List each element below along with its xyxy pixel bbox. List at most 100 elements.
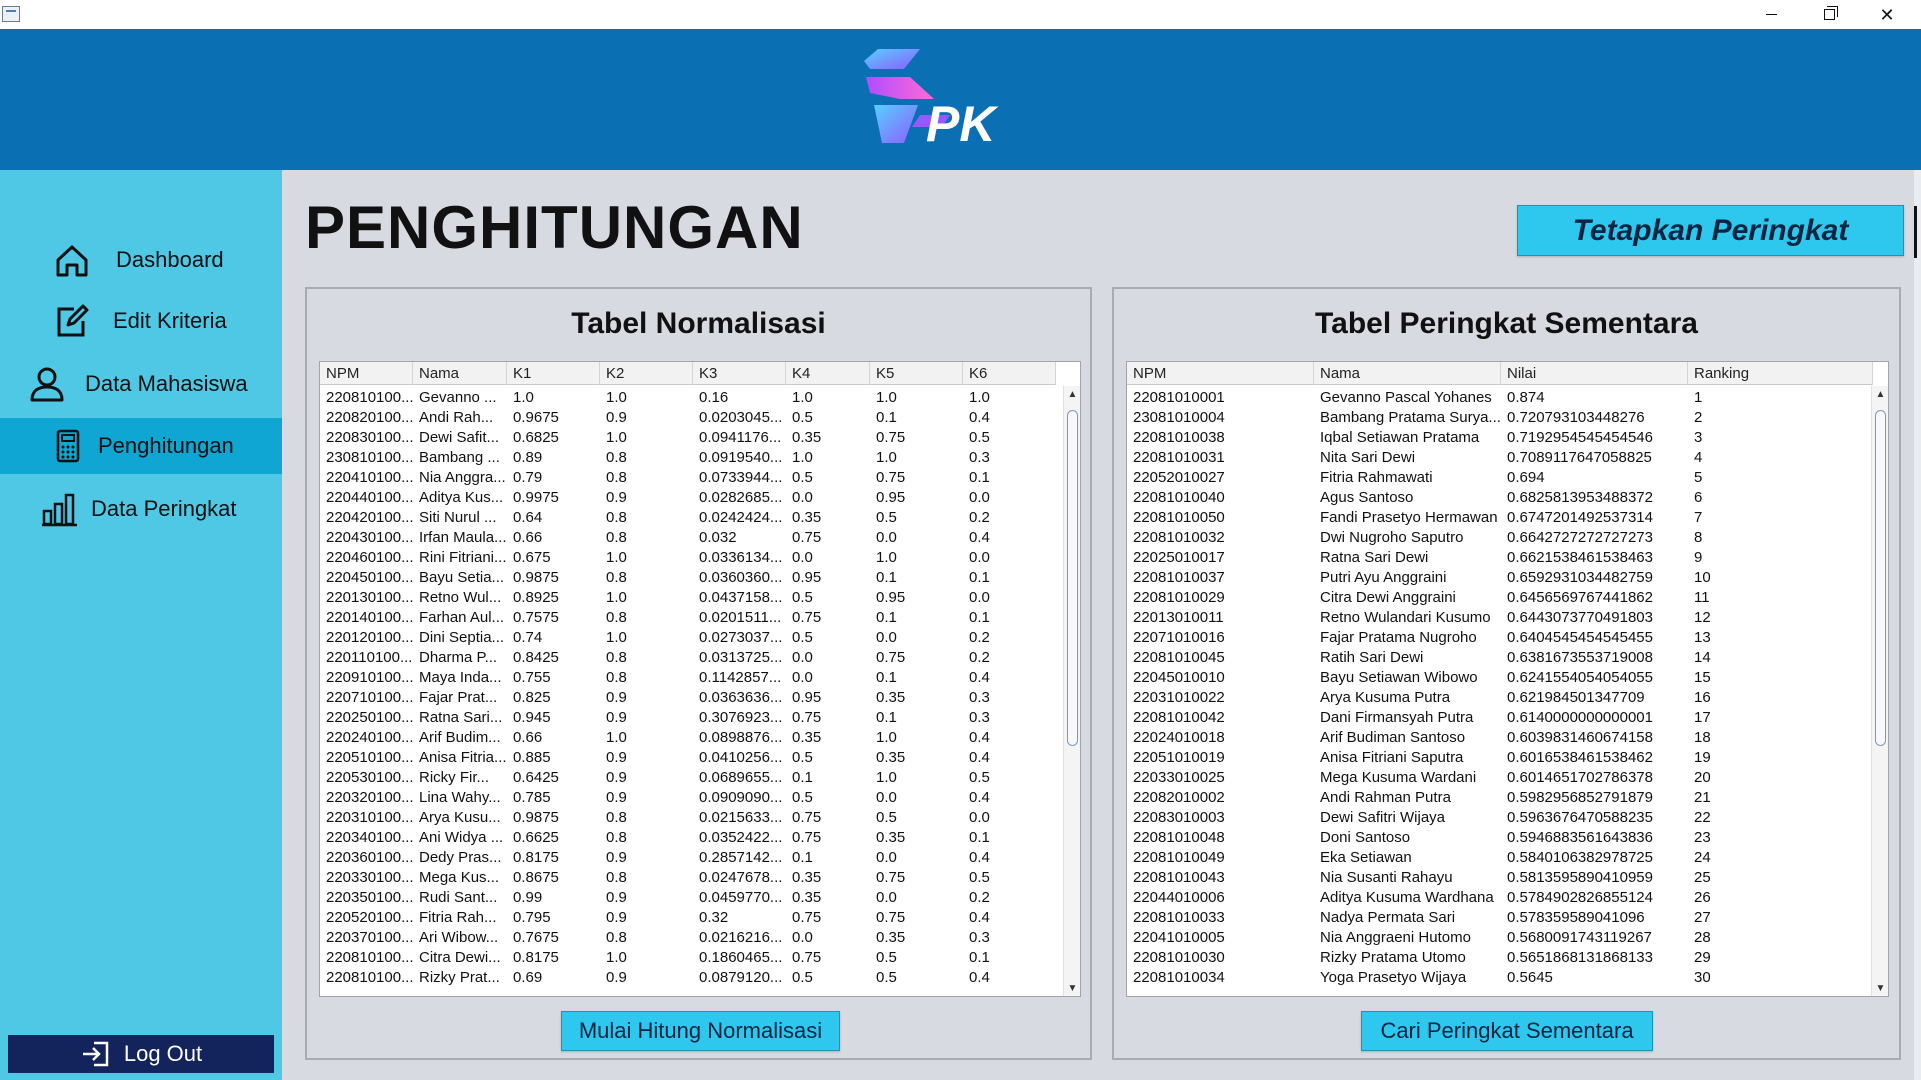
- scroll-down-icon[interactable]: ▼: [1872, 980, 1888, 996]
- table-row[interactable]: 22081010045 Ratih Sari Dewi 0.638167355371…: [1127, 648, 1873, 668]
- table-cell: Bayu Setiawan Wibowo: [1320, 669, 1478, 686]
- column-header[interactable]: K1: [507, 362, 600, 385]
- table-row[interactable]: 220520100... Fitria Rah... 0.795 0.9 0.32 0.7…: [320, 908, 1056, 928]
- table-row[interactable]: 220710100... Fajar Prat... 0.825 0.9 0.03636…: [320, 688, 1056, 708]
- table-row[interactable]: 22033010025 Mega Kusuma Wardani 0.60146517…: [1127, 768, 1873, 788]
- table-row[interactable]: 22081010033 Nadya Permata Sari 0.578359589…: [1127, 908, 1873, 928]
- table-row[interactable]: 220830100... Dewi Safit... 0.6825 1.0 0.0941…: [320, 428, 1056, 448]
- column-header[interactable]: Nama: [1314, 362, 1501, 385]
- column-header[interactable]: Nama: [413, 362, 507, 385]
- cari-peringkat-sementara-button[interactable]: Cari Peringkat Sementara: [1361, 1011, 1653, 1051]
- column-header[interactable]: Nilai: [1501, 362, 1688, 385]
- table-cell: 0.0242424...: [699, 509, 783, 526]
- table-row[interactable]: 220350100... Rudi Sant... 0.99 0.9 0.0459770…: [320, 888, 1056, 908]
- table-row[interactable]: 22083010003 Dewi Safitri Wijaya 0.59636764…: [1127, 808, 1873, 828]
- table-row[interactable]: 22081010034 Yoga Prasetyo Wijaya 0.5645 30: [1127, 968, 1873, 988]
- table-row[interactable]: 22081010048 Doni Santoso 0.594688356164383…: [1127, 828, 1873, 848]
- sidebar-item-data-mahasiswa[interactable]: Data Mahasiswa: [0, 356, 282, 412]
- column-header[interactable]: K4: [786, 362, 870, 385]
- table-row[interactable]: 22081010050 Fandi Prasetyo Hermawan 0.6747…: [1127, 508, 1873, 528]
- scroll-thumb[interactable]: [1875, 410, 1886, 746]
- sidebar-item-data-peringkat[interactable]: Data Peringkat: [0, 481, 282, 537]
- minimize-button[interactable]: [1742, 0, 1800, 29]
- table-row[interactable]: 22081010042 Dani Firmansyah Putra 0.614000…: [1127, 708, 1873, 728]
- table-row[interactable]: 220810100... Citra Dewi... 0.8175 1.0 0.1860…: [320, 948, 1056, 968]
- table-cell: Nia Anggra...: [419, 469, 506, 486]
- logout-button[interactable]: Log Out: [8, 1035, 274, 1073]
- table-row[interactable]: 22081010037 Putri Ayu Anggraini 0.65929310…: [1127, 568, 1873, 588]
- table-row[interactable]: 220430100... Irfan Maula... 0.66 0.8 0.032 0.…: [320, 528, 1056, 548]
- column-header[interactable]: NPM: [320, 362, 413, 385]
- table-row[interactable]: 22081010031 Nita Sari Dewi 0.7089117647058…: [1127, 448, 1873, 468]
- column-header[interactable]: K5: [870, 362, 963, 385]
- table-row[interactable]: 220320100... Lina Wahy... 0.785 0.9 0.090909…: [320, 788, 1056, 808]
- table-row[interactable]: 220810100... Gevanno ... 1.0 1.0 0.16 1.0 1.0 1…: [320, 388, 1056, 408]
- table-row[interactable]: 220330100... Mega Kus... 0.8675 0.8 0.024767…: [320, 868, 1056, 888]
- table-row[interactable]: 220810100... Rizky Prat... 0.69 0.9 0.087912…: [320, 968, 1056, 988]
- table-row[interactable]: 22044010006 Aditya Kusuma Wardhana 0.57849…: [1127, 888, 1873, 908]
- table-row[interactable]: 22045010010 Bayu Setiawan Wibowo 0.6241554…: [1127, 668, 1873, 688]
- restore-button[interactable]: [1800, 0, 1858, 29]
- table-row[interactable]: 22051010019 Anisa Fitriani Saputra 0.60165…: [1127, 748, 1873, 768]
- table-row[interactable]: 22024010018 Arif Budiman Santoso 0.6039831…: [1127, 728, 1873, 748]
- vertical-scrollbar[interactable]: ▲ ▼: [1063, 386, 1080, 996]
- table-row[interactable]: 22041010005 Nia Anggraeni Hutomo 0.5680091…: [1127, 928, 1873, 948]
- table-row[interactable]: 23081010004 Bambang Pratama Surya... 0.720…: [1127, 408, 1873, 428]
- close-button[interactable]: ✕: [1858, 0, 1916, 29]
- scroll-thumb[interactable]: [1067, 410, 1078, 746]
- vertical-scrollbar[interactable]: ▲ ▼: [1871, 386, 1888, 996]
- column-header[interactable]: K3: [693, 362, 786, 385]
- table-row[interactable]: 220820100... Andi Rah... 0.9675 0.9 0.020304…: [320, 408, 1056, 428]
- table-row[interactable]: 22013010011 Retno Wulandari Kusumo 0.64430…: [1127, 608, 1873, 628]
- table-row[interactable]: 220440100... Aditya Kus... 0.9975 0.9 0.0282…: [320, 488, 1056, 508]
- scroll-up-icon[interactable]: ▲: [1064, 386, 1080, 403]
- table-row[interactable]: 230810100... Bambang ... 0.89 0.8 0.0919540.…: [320, 448, 1056, 468]
- table-row[interactable]: 220420100... Siti Nurul ... 0.64 0.8 0.02424…: [320, 508, 1056, 528]
- table-row[interactable]: 220120100... Dini Septia... 0.74 1.0 0.02730…: [320, 628, 1056, 648]
- column-header[interactable]: K2: [600, 362, 693, 385]
- table-row[interactable]: 220250100... Ratna Sari... 0.945 0.9 0.30769…: [320, 708, 1056, 728]
- table-row[interactable]: 22082010002 Andi Rahman Putra 0.5982956852…: [1127, 788, 1873, 808]
- mulai-hitung-normalisasi-button[interactable]: Mulai Hitung Normalisasi: [561, 1011, 840, 1051]
- table-row[interactable]: 220240100... Arif Budim... 0.66 1.0 0.089887…: [320, 728, 1056, 748]
- table-row[interactable]: 220510100... Anisa Fitria... 0.885 0.9 0.041…: [320, 748, 1056, 768]
- table-row[interactable]: 22081010049 Eka Setiawan 0.584010638297872…: [1127, 848, 1873, 868]
- sidebar-item-penghitungan[interactable]: Penghitungan: [0, 418, 282, 474]
- table-row[interactable]: 220110100... Dharma P... 0.8425 0.8 0.031372…: [320, 648, 1056, 668]
- table-row[interactable]: 220410100... Nia Anggra... 0.79 0.8 0.073394…: [320, 468, 1056, 488]
- table-row[interactable]: 220130100... Retno Wul... 0.8925 1.0 0.04371…: [320, 588, 1056, 608]
- table-row[interactable]: 22081010030 Rizky Pratama Utomo 0.56518681…: [1127, 948, 1873, 968]
- table-row[interactable]: 220450100... Bayu Setia... 0.9875 0.8 0.0360…: [320, 568, 1056, 588]
- table-row[interactable]: 22071010016 Fajar Pratama Nugroho 0.640454…: [1127, 628, 1873, 648]
- column-header[interactable]: NPM: [1127, 362, 1314, 385]
- table-row[interactable]: 220340100... Ani Widya ... 0.6625 0.8 0.0352…: [320, 828, 1056, 848]
- table-row[interactable]: 220460100... Rini Fitriani... 0.675 1.0 0.03…: [320, 548, 1056, 568]
- table-row[interactable]: 220360100... Dedy Pras... 0.8175 0.9 0.28571…: [320, 848, 1056, 868]
- table-row[interactable]: 220310100... Arya Kusu... 0.9875 0.8 0.02156…: [320, 808, 1056, 828]
- sidebar-item-dashboard[interactable]: Dashboard: [0, 232, 282, 288]
- table-row[interactable]: 22081010032 Dwi Nugroho Saputro 0.66427272…: [1127, 528, 1873, 548]
- table-row[interactable]: 22081010029 Citra Dewi Anggraini 0.6456569…: [1127, 588, 1873, 608]
- table-cell: 0.0: [876, 629, 897, 646]
- table-row[interactable]: 22081010001 Gevanno Pascal Yohanes 0.874 1: [1127, 388, 1873, 408]
- table-row[interactable]: 220140100... Farhan Aul... 0.7575 0.8 0.0201…: [320, 608, 1056, 628]
- tetapkan-peringkat-button[interactable]: Tetapkan Peringkat: [1517, 205, 1904, 256]
- table-row[interactable]: 220370100... Ari Wibow... 0.7675 0.8 0.02162…: [320, 928, 1056, 948]
- table-row[interactable]: 220910100... Maya Inda... 0.755 0.8 0.114285…: [320, 668, 1056, 688]
- sidebar-item-edit-kriteria[interactable]: Edit Kriteria: [0, 293, 282, 349]
- table-row[interactable]: 22025010017 Ratna Sari Dewi 0.662153846153…: [1127, 548, 1873, 568]
- normalisasi-table[interactable]: NPM Nama K1 K2 K3 K4 K5 K6 220810100... Gevanno …: [319, 361, 1081, 997]
- table-row[interactable]: 22052010027 Fitria Rahmawati 0.694 5: [1127, 468, 1873, 488]
- table-cell: 0.6039831460674158: [1507, 729, 1653, 746]
- peringkat-table[interactable]: NPM Nama Nilai Ranking 22081010001 Gevanno P…: [1126, 361, 1889, 997]
- table-row[interactable]: 22081010040 Agus Santoso 0.682581395348837…: [1127, 488, 1873, 508]
- table-row[interactable]: 22081010043 Nia Susanti Rahayu 0.581359589…: [1127, 868, 1873, 888]
- column-header[interactable]: Ranking: [1688, 362, 1873, 385]
- scroll-up-icon[interactable]: ▲: [1872, 386, 1888, 403]
- table-row[interactable]: 220530100... Ricky Fir... 0.6425 0.9 0.06896…: [320, 768, 1056, 788]
- table-row[interactable]: 22081010038 Iqbal Setiawan Pratama 0.71929…: [1127, 428, 1873, 448]
- column-header[interactable]: K6: [963, 362, 1056, 385]
- table-cell: Farhan Aul...: [419, 609, 505, 626]
- table-row[interactable]: 22031010022 Arya Kusuma Putra 0.6219845013…: [1127, 688, 1873, 708]
- scroll-down-icon[interactable]: ▼: [1064, 980, 1080, 996]
